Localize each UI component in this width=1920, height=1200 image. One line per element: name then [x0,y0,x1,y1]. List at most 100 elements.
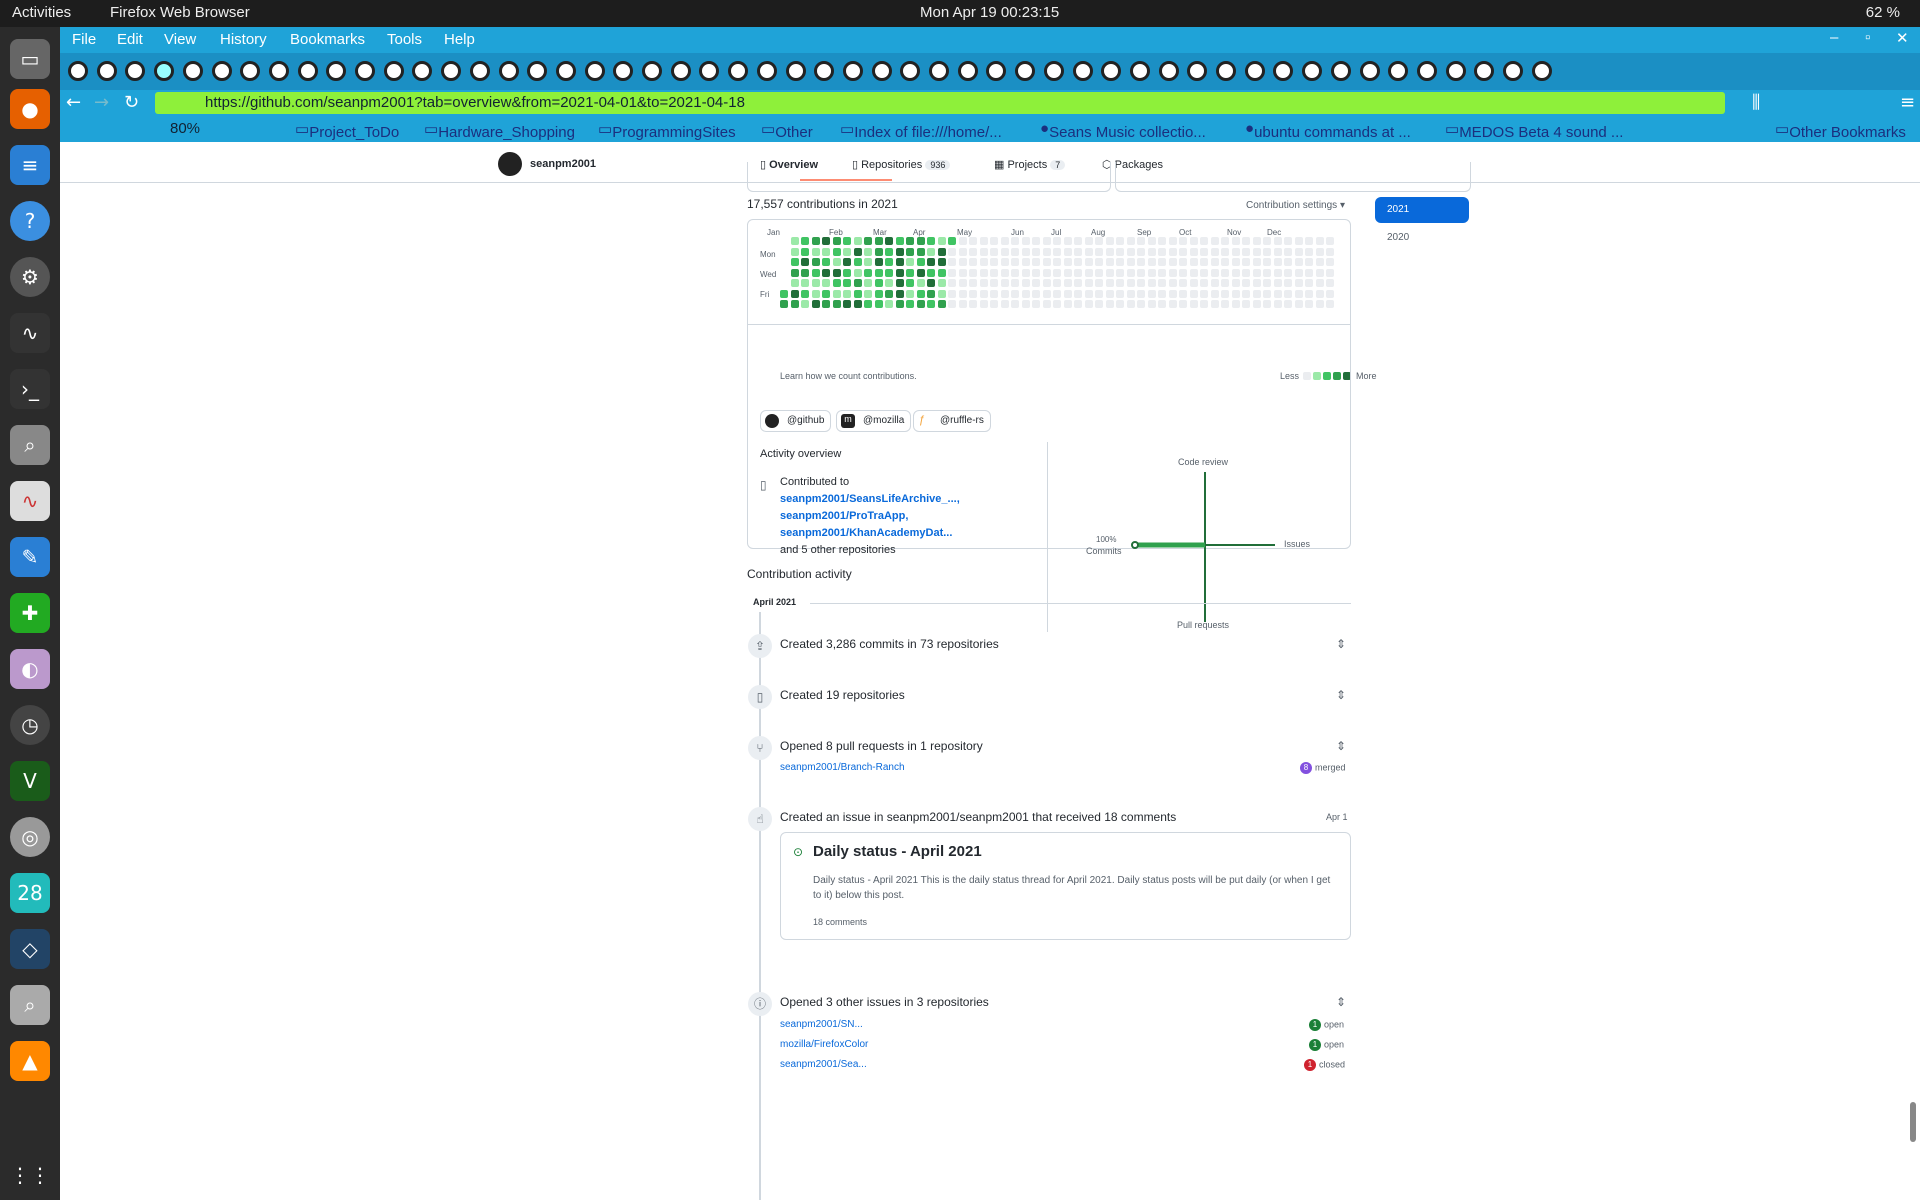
contribution-day[interactable] [1315,279,1324,287]
activities-button[interactable]: Activities [12,4,71,21]
zoom-level[interactable]: 80% [170,120,200,137]
contribution-day[interactable] [916,279,925,287]
browser-tab[interactable] [1129,61,1150,81]
contribution-day[interactable] [1137,247,1145,256]
contribution-day[interactable] [1294,268,1303,277]
browser-tab[interactable] [297,61,318,81]
contribution-day[interactable] [1200,258,1208,266]
contribution-day[interactable] [895,289,904,298]
contribution-day[interactable] [1284,289,1292,298]
contribution-day[interactable] [1063,258,1072,266]
vlc-icon[interactable]: ▲ [10,1041,50,1081]
contribution-day[interactable] [1074,247,1082,256]
bookmark-ubuntu-commands[interactable]: ● ubuntu commands at ... [1245,120,1411,141]
contribution-day[interactable] [1042,279,1051,287]
contribution-day[interactable] [1158,268,1166,277]
contribution-day[interactable] [1063,289,1072,298]
contribution-day[interactable] [822,247,830,256]
contribution-day[interactable] [1053,289,1061,298]
browser-tab[interactable] [584,61,605,81]
contribution-day[interactable] [1116,268,1124,277]
pinned-repo-card[interactable] [747,162,1111,192]
library-icon[interactable]: ⫼ [1752,92,1760,113]
contribution-day[interactable] [1074,258,1082,266]
menu-history[interactable]: History [220,31,267,48]
contribution-day[interactable] [864,258,872,266]
contribution-day[interactable] [990,289,998,298]
contribution-day[interactable] [1105,300,1114,308]
contribution-day[interactable] [1158,258,1166,266]
browser-tab[interactable] [125,61,146,81]
year-2020[interactable]: 2020 [1387,232,1409,243]
contribution-day[interactable] [1189,268,1198,277]
contribution-day[interactable] [1053,247,1061,256]
contribution-day[interactable] [916,237,925,245]
contributed-repo-link[interactable]: seanpm2001/KhanAcademyDat... [780,527,952,539]
contribution-day[interactable] [1252,289,1261,298]
contribution-day[interactable] [937,247,946,256]
contribution-day[interactable] [1074,300,1082,308]
contribution-day[interactable] [958,247,967,256]
activity-item-text[interactable]: Opened 3 other issues in 3 repositories [780,995,989,1009]
bookmark-index-file[interactable]: ▭ Index of file:///home/... [840,120,1002,141]
contribution-day[interactable] [990,268,998,277]
contribution-day[interactable] [1032,258,1040,266]
contribution-day[interactable] [1273,279,1282,287]
contribution-day[interactable] [1000,300,1009,308]
issue-title[interactable]: Daily status - April 2021 [813,843,982,860]
contribution-day[interactable] [906,279,914,287]
contribution-day[interactable] [1210,300,1219,308]
menu-bookmarks[interactable]: Bookmarks [290,31,365,48]
contribution-day[interactable] [1189,289,1198,298]
contribution-day[interactable] [948,300,956,308]
contribution-day[interactable] [853,258,862,266]
hamburger-menu-icon[interactable]: ≡ [1900,92,1915,113]
contribution-day[interactable] [1305,279,1313,287]
contribution-day[interactable] [1326,289,1334,298]
contribution-day[interactable] [1158,237,1166,245]
browser-tab[interactable] [383,61,404,81]
contribution-day[interactable] [1168,237,1177,245]
bookmark-medos[interactable]: ▭ MEDOS Beta 4 sound ... [1445,120,1623,141]
contribution-day[interactable] [1032,300,1040,308]
contribution-day[interactable] [864,268,872,277]
contribution-day[interactable] [864,300,872,308]
contribution-day[interactable] [1084,237,1093,245]
disc-icon[interactable]: ◎ [10,817,50,857]
browser-tab[interactable] [326,61,347,81]
contribution-day[interactable] [1116,247,1124,256]
contribution-day[interactable] [780,289,788,298]
year-2021[interactable]: 2021 [1375,197,1469,223]
browser-tab[interactable] [871,61,892,81]
contribution-day[interactable] [1231,247,1240,256]
issue-repo-link[interactable]: seanpm2001/Sea... [780,1059,867,1070]
browser-tab[interactable] [1273,61,1294,81]
contribution-day[interactable] [1000,268,1009,277]
browser-tab[interactable] [182,61,203,81]
clock[interactable]: Mon Apr 19 00:23:15 [920,4,1059,21]
contribution-day[interactable] [1105,279,1114,287]
browser-tab[interactable] [1244,61,1265,81]
expand-icon[interactable]: ⇕ [1336,995,1346,1009]
contribution-day[interactable] [1263,247,1271,256]
contribution-day[interactable] [1221,237,1229,245]
contribution-day[interactable] [874,289,883,298]
contribution-day[interactable] [1242,268,1250,277]
contribution-day[interactable] [1315,289,1324,298]
browser-tab[interactable] [412,61,433,81]
contribution-day[interactable] [1252,279,1261,287]
contribution-day[interactable] [1179,289,1187,298]
contribution-day[interactable] [1158,289,1166,298]
contribution-day[interactable] [874,237,883,245]
contribution-day[interactable] [1126,289,1135,298]
maximize-icon[interactable]: ▫ [1865,29,1870,46]
contribution-day[interactable] [927,247,935,256]
contribution-day[interactable] [1305,258,1313,266]
menu-view[interactable]: View [164,31,196,48]
contribution-day[interactable] [1021,258,1030,266]
calendar-icon[interactable]: 28 [10,873,50,913]
contribution-day[interactable] [1263,237,1271,245]
contribution-day[interactable] [885,289,893,298]
contribution-day[interactable] [895,268,904,277]
contribution-day[interactable] [979,300,988,308]
